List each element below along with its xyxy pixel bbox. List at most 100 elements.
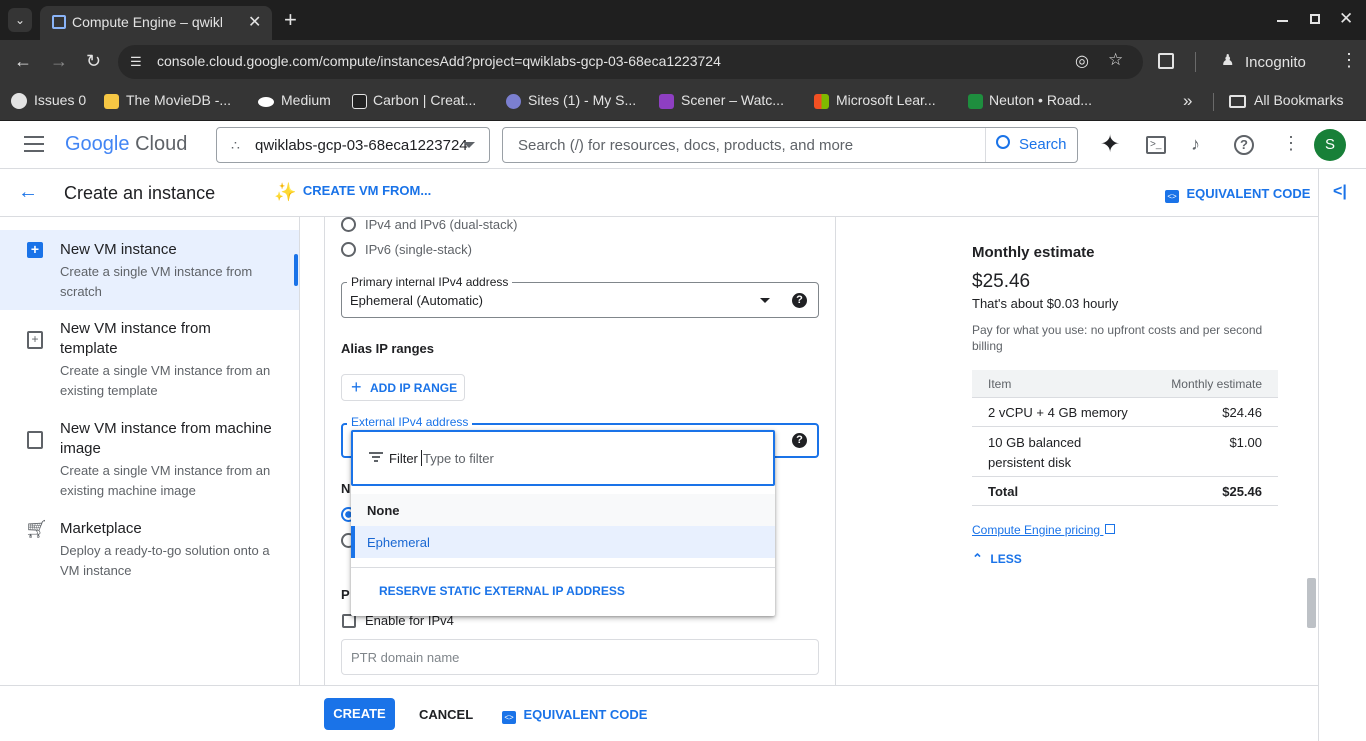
bookmark-item[interactable]: Issues 0 (34, 92, 86, 108)
footer-equivalent-code-button[interactable]: <> EQUIVALENT CODE (502, 706, 647, 724)
more-options-icon[interactable]: ⋮ (1282, 133, 1300, 154)
col-item: Item (988, 377, 1012, 391)
radio-dual-stack[interactable] (341, 217, 356, 232)
nav-item-desc: existing template (60, 383, 158, 398)
filter-input[interactable]: Filter Type to filter (351, 430, 775, 486)
cloud-shell-icon[interactable]: >_ (1146, 136, 1166, 154)
option-label: None (367, 503, 400, 518)
template-icon: + (27, 331, 43, 349)
estimate-note: Pay for what you use: no upfront costs a… (972, 323, 1263, 337)
microsoft-icon (814, 94, 829, 109)
filter-icon (369, 452, 383, 462)
notifications-bell-icon[interactable]: ♪ (1191, 134, 1200, 155)
dropdown-option[interactable]: None (351, 494, 775, 526)
tab-close-icon[interactable]: ✕ (248, 12, 261, 32)
partial-heading-n: N (341, 481, 351, 496)
avatar[interactable]: S (1314, 129, 1346, 161)
chevron-up-icon: ⌃ (972, 551, 983, 566)
code-icon: <> (1165, 190, 1179, 203)
help-icon[interactable]: ? (792, 433, 807, 448)
reading-list-icon[interactable] (1158, 53, 1174, 69)
primary-ip-label: Primary internal IPv4 address (347, 275, 513, 289)
cancel-button[interactable]: CANCEL (419, 707, 473, 722)
nav-item-from-machine-image[interactable]: New VM instance from machine image Creat… (0, 417, 299, 507)
less-toggle[interactable]: ⌃ LESS (972, 550, 1022, 568)
search-button-label: Search (1019, 136, 1067, 153)
toolbar-divider (1213, 93, 1214, 111)
project-name: qwiklabs-gcp-03-68eca1223724 (255, 137, 468, 154)
new-tab-icon[interactable]: + (284, 7, 297, 33)
url-text: console.cloud.google.com/compute/instanc… (157, 53, 721, 69)
sparkle-icon: ✨ (274, 182, 297, 202)
bookmark-item[interactable]: Medium (281, 92, 331, 108)
browser-menu-icon[interactable]: ⋮ (1340, 50, 1358, 71)
search-bar[interactable]: Search (/) for resources, docs, products… (502, 127, 1078, 163)
reserve-static-ip-link[interactable]: RESERVE STATIC EXTERNAL IP ADDRESS (379, 584, 625, 598)
ptr-placeholder: PTR domain name (351, 650, 460, 665)
create-vm-from-button[interactable]: ✨ CREATE VM FROM... (274, 182, 431, 203)
enable-ipv4-checkbox[interactable] (342, 614, 356, 628)
add-ip-range-button[interactable]: + ADD IP RANGE (341, 374, 465, 401)
nav-item-new-vm[interactable]: + New VM instance Create a single VM ins… (0, 230, 299, 310)
compute-engine-favicon-icon (52, 15, 66, 29)
external-ip-dropdown: Filter Type to filter None Ephemeral RES… (351, 430, 775, 616)
help-icon[interactable]: ? (792, 293, 807, 308)
bookmarks-bar: Issues 0 The MovieDB -... Medium Carbon … (0, 84, 1366, 121)
browser-tab-active[interactable]: Compute Engine – qwikla ✕ (40, 6, 272, 40)
bookmark-item[interactable]: Carbon | Creat... (373, 92, 476, 108)
radio-single-stack[interactable] (341, 242, 356, 257)
estimate-title: Monthly estimate (972, 244, 1095, 261)
browser-tab-bar: ⌄ Compute Engine – qwikla ✕ + ✕ (0, 0, 1366, 40)
forward-icon[interactable]: → (50, 51, 68, 72)
bookmark-item[interactable]: Neuton • Road... (989, 92, 1092, 108)
incognito-label[interactable]: Incognito (1245, 54, 1306, 71)
add-ip-range-label: ADD IP RANGE (370, 381, 458, 395)
nav-item-desc: existing machine image (60, 483, 196, 498)
ptr-domain-input[interactable]: PTR domain name (341, 639, 819, 675)
back-arrow-icon[interactable]: ← (18, 181, 38, 204)
search-input[interactable]: Search (/) for resources, docs, products… (518, 137, 853, 154)
address-bar[interactable]: ☰ console.cloud.google.com/compute/insta… (118, 45, 1143, 79)
project-selector[interactable]: ∴ qwiklabs-gcp-03-68eca1223724 (216, 127, 490, 163)
all-bookmarks[interactable]: All Bookmarks (1254, 92, 1343, 108)
reload-icon[interactable]: ↻ (86, 51, 101, 72)
active-indicator (294, 254, 298, 286)
dropdown-option-selected[interactable]: Ephemeral (351, 526, 775, 558)
cloud-console-header: Google Cloud ∴ qwiklabs-gcp-03-68eca1223… (0, 121, 1366, 169)
site-info-icon[interactable]: ☰ (130, 54, 142, 70)
folder-icon (1229, 95, 1246, 108)
bookmark-item[interactable]: Scener – Watc... (681, 92, 784, 108)
more-bookmarks-icon[interactable]: » (1183, 91, 1192, 111)
incognito-icon: ♟ (1221, 52, 1235, 69)
logo-google-text: Google (65, 133, 130, 155)
bookmark-star-icon[interactable]: ☆ (1108, 50, 1123, 70)
back-icon[interactable]: ← (14, 51, 32, 72)
browser-toolbar: ← → ↻ ☰ console.cloud.google.com/compute… (0, 40, 1366, 84)
maximize-icon[interactable] (1310, 14, 1320, 24)
hamburger-menu-icon[interactable] (24, 136, 44, 152)
search-button[interactable]: Search (985, 128, 1077, 162)
help-icon[interactable]: ? (1234, 135, 1254, 155)
bookmark-item[interactable]: The MovieDB -... (126, 92, 231, 108)
minimize-icon[interactable] (1277, 20, 1288, 22)
bookmark-item[interactable]: Microsoft Lear... (836, 92, 936, 108)
nav-item-marketplace[interactable]: 🛒︎ Marketplace Deploy a ready-to-go solu… (0, 517, 299, 587)
create-button[interactable]: CREATE (324, 698, 395, 730)
machine-image-icon (27, 431, 43, 449)
toolbar-divider (1195, 52, 1196, 72)
sites-icon (506, 94, 521, 109)
tab-search-button[interactable]: ⌄ (8, 8, 32, 32)
nav-item-desc: Create a single VM instance from an (60, 463, 271, 478)
table-row: 2 vCPU + 4 GB memory $24.46 (972, 398, 1278, 427)
scrollbar-thumb[interactable] (1307, 578, 1316, 628)
eye-off-icon[interactable]: ◎ (1075, 51, 1089, 71)
google-cloud-logo[interactable]: Google Cloud (65, 133, 187, 156)
gemini-sparkle-icon[interactable]: ✦ (1100, 130, 1120, 159)
equivalent-code-button[interactable]: <> EQUIVALENT CODE (1165, 185, 1310, 203)
close-window-icon[interactable]: ✕ (1339, 9, 1353, 29)
pricing-link[interactable]: Compute Engine pricing (972, 523, 1116, 537)
bookmark-item[interactable]: Sites (1) - My S... (528, 92, 636, 108)
collapse-panel-icon[interactable]: <| (1333, 183, 1347, 201)
nav-item-from-template[interactable]: + New VM instance from template Create a… (0, 317, 299, 407)
estimate-hourly: That's about $0.03 hourly (972, 296, 1119, 311)
